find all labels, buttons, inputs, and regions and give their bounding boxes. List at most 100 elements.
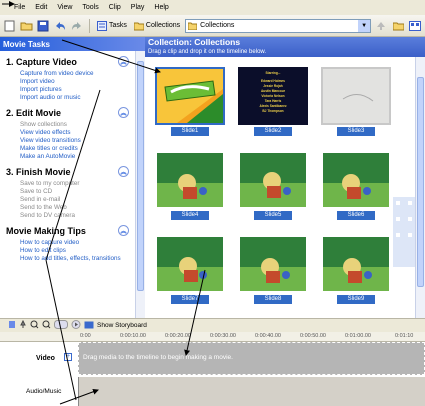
ruler-tick: 0:00:30.00 (210, 333, 236, 339)
video-track-label: Video (36, 355, 55, 362)
track-labels: Video + Audio/Music (0, 342, 78, 406)
open-project-icon[interactable] (19, 19, 33, 33)
clip-thumbnail: Starring... Edward Holmes Jessie Rojah A… (238, 67, 308, 125)
menu-file[interactable]: File (14, 4, 25, 11)
task-link[interactable]: Make an AutoMovie (20, 153, 135, 161)
narrate-icon[interactable] (19, 319, 27, 331)
collections-dropdown[interactable]: Collections ▼ (185, 18, 372, 33)
timeline-toolbar: Show Storyboard (0, 318, 425, 332)
collapse-chevron-icon[interactable]: ︽ (118, 225, 129, 236)
section-finish-movie[interactable]: 3. Finish Movie ︽ (0, 164, 135, 179)
ruler-tick: 0:00:40.00 (255, 333, 281, 339)
section-title: 2. Edit Movie (6, 107, 62, 118)
clip-slide7[interactable]: Slide7 (155, 235, 225, 304)
clip-slide8[interactable]: Slide8 (238, 235, 308, 304)
undo-icon[interactable] (53, 19, 67, 33)
section-edit-movie[interactable]: 2. Edit Movie ︽ (0, 105, 135, 120)
movie-tasks-list: 1. Capture Video ︽ Capture from video de… (0, 51, 135, 318)
task-pane-scrollbar[interactable] (135, 51, 145, 318)
film-strip-watermark-icon (393, 197, 415, 267)
zoom-in-icon[interactable] (30, 320, 39, 331)
set-audio-levels-icon[interactable] (8, 320, 16, 331)
audio-track[interactable] (78, 377, 425, 406)
movie-tasks-title: Movie Tasks (0, 37, 145, 51)
task-link-disabled: Save to CD (20, 188, 53, 195)
save-project-icon[interactable] (36, 19, 50, 33)
tasks-button[interactable]: Tasks (95, 18, 129, 34)
collapse-chevron-icon[interactable]: ︽ (118, 56, 129, 67)
ruler-tick: 0:00 (80, 333, 91, 339)
scrollbar-thumb[interactable] (137, 61, 144, 291)
scene-image (240, 237, 306, 291)
views-icon[interactable] (408, 19, 422, 33)
menu-help[interactable]: Help (154, 4, 168, 11)
clip-slide4[interactable]: Slide4 (155, 151, 225, 220)
zoom-out-icon[interactable] (42, 320, 51, 331)
rewind-icon[interactable] (54, 320, 68, 331)
title-art-image (157, 69, 223, 123)
collections-folder-icon (188, 22, 198, 30)
clip-slide2[interactable]: Starring... Edward Holmes Jessie Rojah A… (238, 67, 308, 136)
section-movie-tips[interactable]: Movie Making Tips ︽ (0, 223, 135, 238)
ruler-tick: 0:00:10.00 (120, 333, 146, 339)
clip-slide3[interactable]: Slide3 (321, 67, 391, 136)
task-link[interactable]: How to add titles, effects, transitions (20, 255, 135, 263)
credits-line: BJ Thompson (262, 109, 284, 113)
task-link[interactable]: Import video (20, 78, 135, 86)
clip-label: Slide7 (171, 295, 209, 304)
new-collection-icon[interactable] (391, 19, 405, 33)
menu-tools[interactable]: Tools (82, 4, 98, 11)
menu-clip[interactable]: Clip (109, 4, 121, 11)
expand-track-icon[interactable]: + (64, 353, 72, 361)
collection-scrollbar[interactable] (415, 57, 425, 318)
scene-image (323, 153, 389, 207)
task-link[interactable]: How to edit clips (20, 247, 135, 255)
toolbar-separator (89, 18, 90, 33)
up-level-icon[interactable] (374, 19, 388, 33)
ruler-tick: 0:00:20.00 (165, 333, 191, 339)
collection-subtitle: Drag a clip and drop it on the timeline … (148, 49, 267, 55)
task-link[interactable]: How to capture video (20, 239, 135, 247)
task-link[interactable]: Import audio or music (20, 94, 135, 102)
scrollbar-thumb[interactable] (417, 77, 424, 287)
section-title: 3. Finish Movie (6, 166, 71, 177)
menu-edit[interactable]: Edit (35, 4, 47, 11)
clip-label: Slide8 (254, 295, 292, 304)
tasks-icon (97, 20, 107, 31)
redo-icon[interactable] (70, 19, 84, 33)
task-link[interactable]: View video transitions (20, 137, 135, 145)
collapse-chevron-icon[interactable]: ︽ (118, 166, 129, 177)
task-link[interactable]: Show collections (20, 121, 135, 129)
video-track[interactable]: Drag media to the timeline to begin maki… (78, 342, 425, 375)
menu-play[interactable]: Play (131, 4, 145, 11)
show-storyboard-button[interactable]: Show Storyboard (97, 322, 147, 329)
section-capture-video[interactable]: 1. Capture Video ︽ (0, 54, 135, 69)
scene-image (323, 237, 389, 291)
task-link[interactable]: View video effects (20, 129, 135, 137)
collection-header: Collection: Collections Drag a clip and … (145, 37, 425, 57)
clip-label: Slide6 (337, 211, 375, 220)
clip-slide1[interactable]: Slide1 (155, 67, 225, 136)
collapse-chevron-icon[interactable]: ︽ (118, 107, 129, 118)
collection-pane: Collection: Collections Drag a clip and … (145, 37, 425, 318)
credits-line: Starring... (265, 71, 281, 75)
clip-thumbnail (155, 151, 225, 209)
menu-view[interactable]: View (57, 4, 72, 11)
task-link[interactable]: Import pictures (20, 86, 135, 94)
toolbar: Tasks Collections Collections ▼ (0, 15, 425, 37)
clip-slide9[interactable]: Slide9 (321, 235, 391, 304)
clip-thumbnail (155, 235, 225, 293)
ruler-tick: 0:01:00.00 (345, 333, 371, 339)
clip-thumbnail (321, 67, 391, 125)
clip-slide6[interactable]: Slide6 (321, 151, 391, 220)
task-link-disabled: Save to my computer (20, 180, 80, 187)
clip-slide5[interactable]: Slide5 (238, 151, 308, 220)
task-link[interactable]: Capture from video device (20, 70, 135, 78)
task-link[interactable]: Make titles or credits (20, 145, 135, 153)
play-icon[interactable] (71, 320, 81, 331)
storyboard-icon[interactable] (84, 321, 94, 331)
new-project-icon[interactable] (2, 19, 16, 33)
chevron-down-icon[interactable]: ▼ (358, 19, 371, 32)
collections-button[interactable]: Collections (132, 18, 182, 34)
timeline-ruler[interactable]: 0:00 0:00:10.00 0:00:20.00 0:00:30.00 0:… (0, 332, 425, 342)
